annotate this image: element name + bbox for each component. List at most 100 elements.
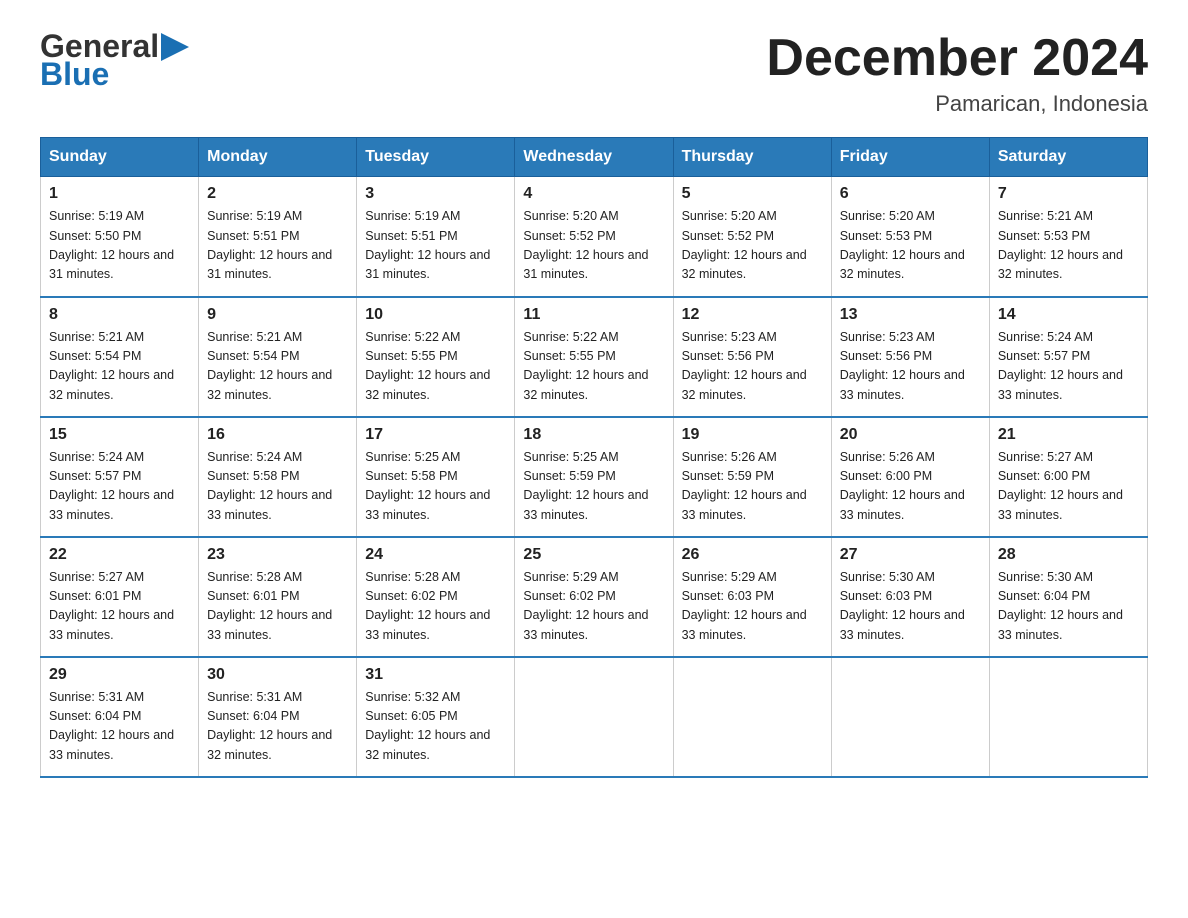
calendar-cell: 3Sunrise: 5:19 AMSunset: 5:51 PMDaylight…	[357, 177, 515, 297]
calendar-cell: 10Sunrise: 5:22 AMSunset: 5:55 PMDayligh…	[357, 297, 515, 417]
day-info: Sunrise: 5:20 AMSunset: 5:52 PMDaylight:…	[682, 207, 823, 285]
day-info: Sunrise: 5:22 AMSunset: 5:55 PMDaylight:…	[523, 328, 664, 406]
calendar-cell: 7 Sunrise: 5:21 AMSunset: 5:53 PMDaylight…	[989, 177, 1147, 297]
calendar-week-row: 8 Sunrise: 5:21 AMSunset: 5:54 PMDaylight…	[41, 297, 1148, 417]
day-info: Sunrise: 5:26 AMSunset: 6:00 PMDaylight:…	[840, 448, 981, 526]
calendar-table: SundayMondayTuesdayWednesdayThursdayFrid…	[40, 137, 1148, 778]
day-info: Sunrise: 5:26 AMSunset: 5:59 PMDaylight:…	[682, 448, 823, 526]
day-info: Sunrise: 5:21 AMSunset: 5:54 PMDaylight:…	[207, 328, 348, 406]
day-info: Sunrise: 5:24 AMSunset: 5:57 PMDaylight:…	[49, 448, 190, 526]
calendar-cell: 21 Sunrise: 5:27 AMSunset: 6:00 PMDayligh…	[989, 417, 1147, 537]
day-info: Sunrise: 5:25 AMSunset: 5:58 PMDaylight:…	[365, 448, 506, 526]
day-number: 27	[840, 546, 981, 564]
calendar-cell: 2 Sunrise: 5:19 AMSunset: 5:51 PMDaylight…	[199, 177, 357, 297]
calendar-cell: 6 Sunrise: 5:20 AMSunset: 5:53 PMDaylight…	[831, 177, 989, 297]
day-info: Sunrise: 5:31 AMSunset: 6:04 PMDaylight:…	[49, 688, 190, 766]
calendar-cell: 24Sunrise: 5:28 AMSunset: 6:02 PMDayligh…	[357, 537, 515, 657]
day-number: 2	[207, 185, 348, 203]
day-number: 16	[207, 426, 348, 444]
calendar-cell	[515, 657, 673, 777]
calendar-cell: 19 Sunrise: 5:26 AMSunset: 5:59 PMDayligh…	[673, 417, 831, 537]
calendar-cell: 13Sunrise: 5:23 AMSunset: 5:56 PMDayligh…	[831, 297, 989, 417]
day-info: Sunrise: 5:21 AMSunset: 5:54 PMDaylight:…	[49, 328, 190, 406]
day-number: 9	[207, 306, 348, 324]
day-number: 23	[207, 546, 348, 564]
day-number: 6	[840, 185, 981, 203]
day-info: Sunrise: 5:19 AMSunset: 5:51 PMDaylight:…	[207, 207, 348, 285]
day-info: Sunrise: 5:30 AMSunset: 6:03 PMDaylight:…	[840, 568, 981, 646]
calendar-week-row: 15 Sunrise: 5:24 AMSunset: 5:57 PMDayligh…	[41, 417, 1148, 537]
day-info: Sunrise: 5:24 AMSunset: 5:58 PMDaylight:…	[207, 448, 348, 526]
calendar-cell: 4 Sunrise: 5:20 AMSunset: 5:52 PMDaylight…	[515, 177, 673, 297]
logo-blue: Blue	[40, 58, 109, 90]
calendar-cell: 17 Sunrise: 5:25 AMSunset: 5:58 PMDayligh…	[357, 417, 515, 537]
day-info: Sunrise: 5:30 AMSunset: 6:04 PMDaylight:…	[998, 568, 1139, 646]
day-number: 4	[523, 185, 664, 203]
day-number: 14	[998, 306, 1139, 324]
day-number: 31	[365, 666, 506, 684]
calendar-cell	[989, 657, 1147, 777]
day-number: 10	[365, 306, 506, 324]
day-info: Sunrise: 5:28 AMSunset: 6:01 PMDaylight:…	[207, 568, 348, 646]
page-title: December 2024	[766, 30, 1148, 87]
calendar-week-row: 22Sunrise: 5:27 AMSunset: 6:01 PMDayligh…	[41, 537, 1148, 657]
day-info: Sunrise: 5:29 AMSunset: 6:03 PMDaylight:…	[682, 568, 823, 646]
calendar-cell: 12Sunrise: 5:23 AMSunset: 5:56 PMDayligh…	[673, 297, 831, 417]
day-number: 24	[365, 546, 506, 564]
calendar-header-friday: Friday	[831, 138, 989, 177]
day-info: Sunrise: 5:24 AMSunset: 5:57 PMDaylight:…	[998, 328, 1139, 406]
day-number: 29	[49, 666, 190, 684]
calendar-cell: 31 Sunrise: 5:32 AMSunset: 6:05 PMDayligh…	[357, 657, 515, 777]
calendar-cell	[673, 657, 831, 777]
page-header: General Blue December 2024 Pamarican, In…	[40, 30, 1148, 117]
day-number: 8	[49, 306, 190, 324]
calendar-cell: 25Sunrise: 5:29 AMSunset: 6:02 PMDayligh…	[515, 537, 673, 657]
day-number: 19	[682, 426, 823, 444]
calendar-cell: 5 Sunrise: 5:20 AMSunset: 5:52 PMDaylight…	[673, 177, 831, 297]
calendar-week-row: 29 Sunrise: 5:31 AMSunset: 6:04 PMDayligh…	[41, 657, 1148, 777]
day-number: 28	[998, 546, 1139, 564]
day-number: 21	[998, 426, 1139, 444]
calendar-cell: 11 Sunrise: 5:22 AMSunset: 5:55 PMDayligh…	[515, 297, 673, 417]
calendar-cell: 16 Sunrise: 5:24 AMSunset: 5:58 PMDayligh…	[199, 417, 357, 537]
day-info: Sunrise: 5:19 AMSunset: 5:51 PMDaylight:…	[365, 207, 506, 285]
calendar-header-thursday: Thursday	[673, 138, 831, 177]
day-number: 11	[523, 306, 664, 324]
calendar-header-wednesday: Wednesday	[515, 138, 673, 177]
title-block: December 2024 Pamarican, Indonesia	[766, 30, 1148, 117]
page-subtitle: Pamarican, Indonesia	[766, 91, 1148, 117]
day-info: Sunrise: 5:19 AMSunset: 5:50 PMDaylight:…	[49, 207, 190, 285]
day-number: 26	[682, 546, 823, 564]
day-info: Sunrise: 5:32 AMSunset: 6:05 PMDaylight:…	[365, 688, 506, 766]
day-info: Sunrise: 5:20 AMSunset: 5:52 PMDaylight:…	[523, 207, 664, 285]
day-number: 30	[207, 666, 348, 684]
day-number: 18	[523, 426, 664, 444]
day-info: Sunrise: 5:20 AMSunset: 5:53 PMDaylight:…	[840, 207, 981, 285]
calendar-cell: 26 Sunrise: 5:29 AMSunset: 6:03 PMDayligh…	[673, 537, 831, 657]
calendar-cell: 8 Sunrise: 5:21 AMSunset: 5:54 PMDaylight…	[41, 297, 199, 417]
calendar-header-sunday: Sunday	[41, 138, 199, 177]
day-number: 7	[998, 185, 1139, 203]
calendar-cell: 14 Sunrise: 5:24 AMSunset: 5:57 PMDayligh…	[989, 297, 1147, 417]
calendar-header-monday: Monday	[199, 138, 357, 177]
day-number: 15	[49, 426, 190, 444]
day-number: 17	[365, 426, 506, 444]
day-number: 12	[682, 306, 823, 324]
calendar-cell	[831, 657, 989, 777]
logo-arrow-icon	[161, 33, 189, 61]
day-info: Sunrise: 5:27 AMSunset: 6:00 PMDaylight:…	[998, 448, 1139, 526]
calendar-cell: 22Sunrise: 5:27 AMSunset: 6:01 PMDayligh…	[41, 537, 199, 657]
day-info: Sunrise: 5:31 AMSunset: 6:04 PMDaylight:…	[207, 688, 348, 766]
logo: General Blue	[40, 30, 189, 90]
calendar-cell: 30 Sunrise: 5:31 AMSunset: 6:04 PMDayligh…	[199, 657, 357, 777]
calendar-week-row: 1Sunrise: 5:19 AMSunset: 5:50 PMDaylight…	[41, 177, 1148, 297]
calendar-header-tuesday: Tuesday	[357, 138, 515, 177]
day-info: Sunrise: 5:25 AMSunset: 5:59 PMDaylight:…	[523, 448, 664, 526]
calendar-cell: 1Sunrise: 5:19 AMSunset: 5:50 PMDaylight…	[41, 177, 199, 297]
day-number: 25	[523, 546, 664, 564]
calendar-cell: 20Sunrise: 5:26 AMSunset: 6:00 PMDayligh…	[831, 417, 989, 537]
day-number: 13	[840, 306, 981, 324]
day-number: 5	[682, 185, 823, 203]
day-info: Sunrise: 5:21 AMSunset: 5:53 PMDaylight:…	[998, 207, 1139, 285]
calendar-cell: 18 Sunrise: 5:25 AMSunset: 5:59 PMDayligh…	[515, 417, 673, 537]
